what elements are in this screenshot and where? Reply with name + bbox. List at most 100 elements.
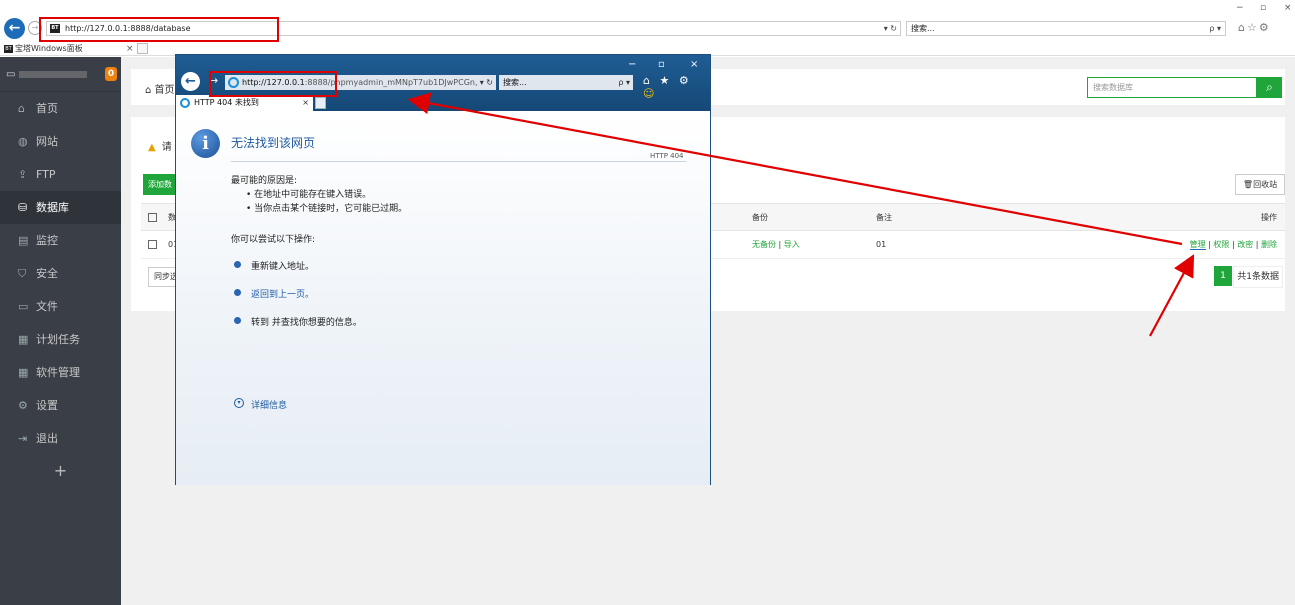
sidebar-item-website[interactable]: ◍ 网站 (0, 125, 121, 158)
popup-refresh-icon[interactable]: ▾ ↻ (480, 75, 493, 90)
minimize-icon[interactable]: − (1236, 3, 1244, 13)
popup-home-star-gear-icons[interactable]: ⌂ ★ ⚙ ☺ (643, 74, 710, 100)
popup-close-icon[interactable]: × (690, 59, 698, 70)
delete-link[interactable]: 删除 (1261, 240, 1277, 249)
new-tab-button[interactable] (137, 43, 148, 54)
ie-tab-logo-icon (180, 98, 190, 108)
sidebar-item-label: 软件管理 (36, 366, 80, 379)
popup-tab-title: HTTP 404 未找到 (194, 98, 259, 107)
sidebar-item-ftp[interactable]: ⇪ FTP (0, 158, 121, 191)
sidebar-item-label: 数据库 (36, 201, 69, 214)
action-go-back-link[interactable]: 返回到上一页。 (234, 287, 314, 300)
sidebar-item-label: 退出 (36, 432, 58, 445)
message-badge[interactable]: 0 (105, 67, 117, 81)
calendar-icon: ▦ (18, 333, 29, 346)
search-icon[interactable]: ρ ▾ (1209, 22, 1221, 35)
sidebar-item-label: 设置 (36, 399, 58, 412)
action-search: 转到 并查找你想要的信息。 (234, 315, 362, 328)
manage-link[interactable]: 管理 (1189, 240, 1206, 250)
refresh-icon[interactable]: ▾ ↻ (884, 22, 897, 35)
popup-new-tab-button[interactable] (315, 97, 326, 109)
smile-icon[interactable]: ☺ (643, 87, 657, 100)
sidebar-item-logout[interactable]: ⇥ 退出 (0, 422, 121, 455)
separator: | (1208, 240, 1211, 249)
monitor-chart-icon: ▤ (18, 234, 29, 247)
row-note[interactable]: 01 (876, 231, 886, 259)
total-count: 共1条数据 (1233, 266, 1283, 288)
popup-search-box[interactable]: 搜索... ρ ▾ (499, 75, 633, 90)
popup-back-icon[interactable]: ← (181, 72, 200, 91)
close-icon[interactable]: × (1284, 3, 1292, 13)
bullet-icon (234, 317, 241, 324)
bullet-icon (234, 289, 241, 296)
sidebar: ▭ 0 ⌂ 首页 ◍ 网站 ⇪ FTP ⛁ 数据库 ▤ 监控 ⛉ 安全 ▭ 文件 ▦ 计划任务 … (0, 57, 121, 605)
page-number[interactable]: 1 (1214, 266, 1232, 286)
no-backup-link[interactable]: 无备份 (752, 240, 776, 249)
outer-tab[interactable]: BT 宝塔Windows面板 × (3, 43, 134, 55)
sidebar-item-software[interactable]: ▦ 软件管理 (0, 356, 121, 389)
change-password-link[interactable]: 改密 (1237, 240, 1253, 249)
header-ops: 操作 (1261, 213, 1277, 222)
action-text[interactable]: 返回到上一页。 (251, 290, 314, 300)
sidebar-item-label: 网站 (36, 135, 58, 148)
upload-icon: ⇪ (18, 168, 28, 181)
details-label[interactable]: 详细信息 (251, 401, 287, 411)
outer-search-box[interactable]: 搜索... ρ ▾ (906, 21, 1226, 36)
info-icon: i (191, 129, 220, 158)
home-star-gear-icons[interactable]: ⌂☆⚙ (1238, 21, 1271, 34)
warning-icon: ▲ (148, 142, 156, 153)
popup-maximize-icon[interactable]: ▫ (658, 59, 665, 70)
row-backup: 无备份 | 导入 (752, 231, 800, 259)
error-page: i 无法找到该网页 HTTP 404 最可能的原因是: • 在地址中可能存在键入… (176, 111, 710, 485)
sidebar-item-monitor[interactable]: ▤ 监控 (0, 224, 121, 257)
grid-icon: ▦ (18, 366, 29, 379)
separator: | (778, 240, 782, 249)
recycle-bin-button[interactable]: 🗑回收站 (1235, 174, 1285, 195)
sidebar-item-label: 计划任务 (36, 333, 80, 346)
sidebar-item-database[interactable]: ⛁ 数据库 (0, 191, 121, 224)
page-title: 无法找到该网页 (231, 136, 316, 150)
popup-tab-close-icon[interactable]: × (302, 95, 309, 111)
globe-icon: ◍ (18, 135, 28, 148)
popup-tab[interactable]: HTTP 404 未找到 × (176, 95, 313, 111)
chevron-down-icon[interactable]: ▾ (234, 398, 244, 408)
folder-icon: ▭ (18, 300, 29, 313)
row-checkbox[interactable] (148, 240, 157, 249)
sidebar-item-settings[interactable]: ⚙ 设置 (0, 389, 121, 422)
popup-toolbar-icons[interactable]: ⌂ ★ ⚙ (643, 74, 692, 87)
sidebar-item-cron[interactable]: ▦ 计划任务 (0, 323, 121, 356)
back-arrow-icon[interactable]: ← (4, 18, 25, 39)
select-all-checkbox[interactable] (148, 213, 157, 222)
outer-search-text: 搜索... (911, 24, 935, 33)
sidebar-item-home[interactable]: ⌂ 首页 (0, 92, 121, 125)
breadcrumb-home[interactable]: 首页 (155, 85, 175, 96)
http-status: HTTP 404 (650, 152, 684, 160)
shield-icon: ⛉ (18, 267, 27, 280)
sidebar-item-label: 文件 (36, 300, 58, 313)
annotation-box-popup-address (209, 71, 337, 97)
add-icon[interactable]: + (0, 461, 121, 480)
action-text: 转到 并查找你想要的信息。 (251, 318, 362, 328)
warning-text: 请 (161, 142, 172, 153)
reason-item: • 当你点击某个链接时，它可能已过期。 (246, 204, 408, 214)
warning-notice: ▲ 请 (148, 138, 172, 153)
header-backup: 备份 (752, 213, 768, 222)
home-icon: ⌂ (18, 102, 25, 115)
more-info-toggle[interactable]: ▾ 详细信息 (234, 398, 287, 411)
sidebar-item-security[interactable]: ⛉ 安全 (0, 257, 121, 290)
popup-minimize-icon[interactable]: − (628, 59, 636, 70)
breadcrumb[interactable]: ⌂ 首页 (145, 81, 175, 96)
maximize-icon[interactable]: ▫ (1260, 3, 1266, 13)
bullet-icon (234, 261, 241, 268)
popup-search-icon[interactable]: ρ ▾ (618, 75, 630, 90)
database-icon: ⛁ (18, 201, 28, 214)
database-search-input[interactable]: 搜索数据库 (1087, 77, 1257, 98)
divider (231, 161, 686, 162)
import-link[interactable]: 导入 (784, 240, 800, 249)
popup-search-text: 搜索... (503, 78, 527, 87)
permission-link[interactable]: 权限 (1213, 240, 1229, 249)
tab-close-icon[interactable]: × (126, 43, 134, 55)
search-icon[interactable]: ⌕ (1257, 77, 1282, 98)
sidebar-item-files[interactable]: ▭ 文件 (0, 290, 121, 323)
sidebar-item-label: 监控 (36, 234, 58, 247)
